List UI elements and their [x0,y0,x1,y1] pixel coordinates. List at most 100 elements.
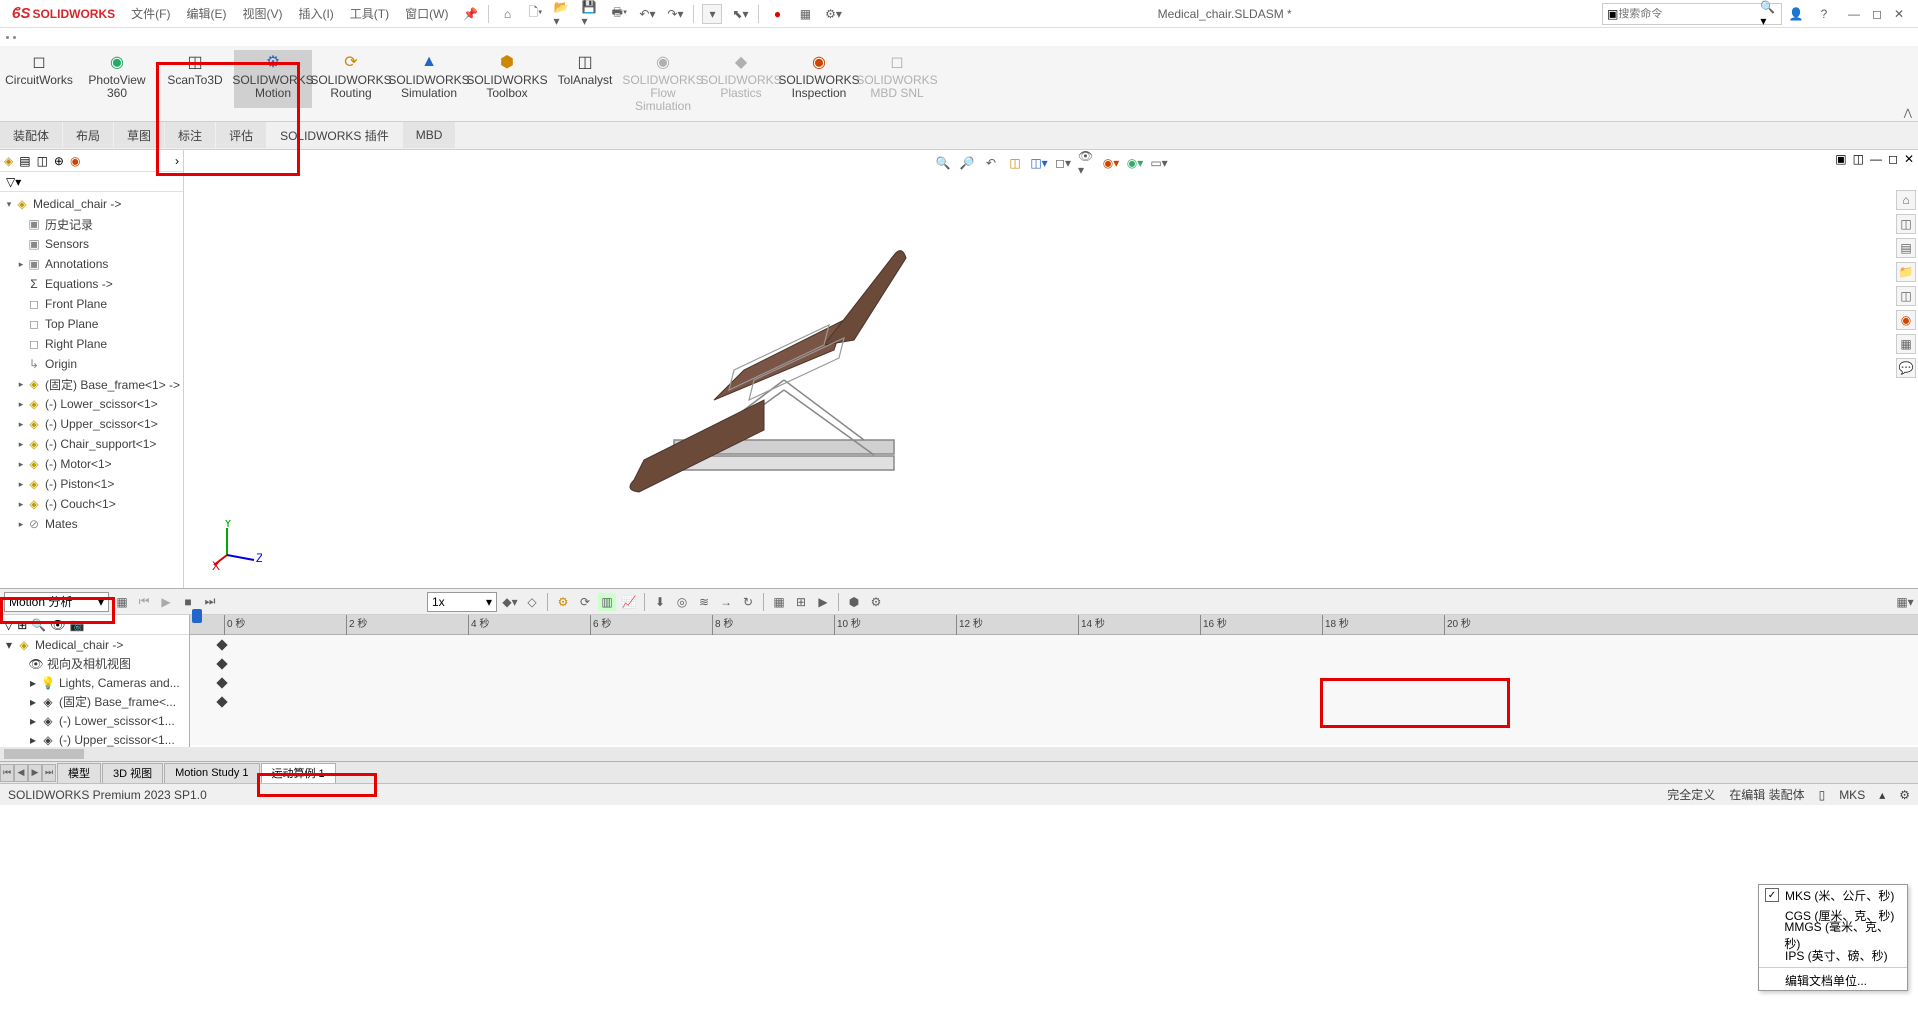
viewport[interactable]: 🔍 🔎 ↶ ◫ ◫▾ ◻▾ 👁▾ ◉▾ ◉▾ ▭▾ ▣ ◫ — ◻ ✕ [184,150,1918,588]
timeline-body[interactable] [190,635,1918,745]
close-icon[interactable]: ✕ [1894,7,1904,21]
mt-tree-eye-icon[interactable]: 👁 [50,618,65,632]
units-mks[interactable]: ✓MKS (米、公斤、秒) [1759,885,1907,905]
hide-show-icon[interactable]: 👁▾ [1078,154,1096,172]
view-orient-icon[interactable]: ◫▾ [1030,154,1048,172]
search-box[interactable]: ▣ 🔍▾ [1602,3,1782,25]
tab-annotate[interactable]: 标注 [165,122,215,148]
motion-tree-item[interactable]: ▸◈(固定) Base_frame<... [0,692,189,711]
vp-link-icon[interactable]: ◫ [1853,152,1864,166]
timeline-ruler[interactable]: 0 秒2 秒4 秒6 秒8 秒10 秒12 秒14 秒16 秒18 秒20 秒 [190,615,1918,635]
motion-tree-root[interactable]: ▾◈Medical_chair -> [0,635,189,654]
ribbon-plastics[interactable]: ◆SOLIDWORKSPlastics [702,50,780,108]
stop-icon[interactable]: ■ [179,593,197,611]
zoom-fit-icon[interactable]: 🔍 [934,154,952,172]
fm-tab-appear-icon[interactable]: ◉ [70,154,80,168]
tree-item[interactable]: ↳Origin [0,354,183,374]
open-icon[interactable]: 📂▾ [553,4,573,24]
mt-tree-cam-icon[interactable]: 📷 [69,618,84,632]
search-input[interactable] [1618,8,1760,20]
section-icon[interactable]: ◫ [1006,154,1024,172]
mt-force-icon[interactable]: → [717,593,735,611]
status-chevron-icon[interactable]: ▴ [1879,788,1885,802]
motion-zoom-combo[interactable]: 1x▾ [427,592,497,612]
tree-item[interactable]: ▸◈(固定) Base_frame<1> -> [0,374,183,394]
motion-tree-item[interactable]: ▸💡Lights, Cameras and... [0,673,189,692]
timeline-scrollbar[interactable] [0,747,1918,761]
ribbon-routing[interactable]: ⟳SOLIDWORKSRouting [312,50,390,108]
home-icon[interactable]: ⌂ [497,4,517,24]
menu-window[interactable]: 窗口(W) [397,5,456,22]
fm-tab-config-icon[interactable]: ◫ [37,154,48,168]
mt-autokey-icon[interactable]: ◇ [523,593,541,611]
fm-filter[interactable]: ▽▾ [0,172,183,192]
tp-view-icon[interactable]: ◫ [1896,286,1916,306]
prev-view-icon[interactable]: ↶ [982,154,1000,172]
settings-icon[interactable]: ⚙▾ [823,4,843,24]
ribbon-motion[interactable]: ⚙SOLIDWORKSMotion [234,50,312,108]
pin-icon[interactable]: 📌 [460,4,480,24]
tp-library-icon[interactable]: ▤ [1896,238,1916,258]
tp-forum-icon[interactable]: 💬 [1896,358,1916,378]
keyframe[interactable] [216,696,227,707]
appearance-icon[interactable]: ◉▾ [1102,154,1120,172]
save-icon[interactable]: 💾▾ [581,4,601,24]
vp-close-icon[interactable]: ✕ [1904,152,1914,166]
tree-item[interactable]: ▸◈(-) Upper_scissor<1> [0,414,183,434]
motion-type-combo[interactable]: Motion 分析▾ [4,592,109,612]
units-ips[interactable]: IPS (英寸、磅、秒) [1759,945,1907,965]
play-icon[interactable]: ▶ [157,593,175,611]
tab-mbd[interactable]: MBD [403,122,456,148]
mt-calc-icon[interactable]: ▶ [814,593,832,611]
ribbon-expand-icon[interactable]: ⋀ [1904,108,1912,119]
mt-collapse-icon[interactable]: ▦▾ [1896,593,1914,611]
tree-item[interactable]: ◻Front Plane [0,294,183,314]
vp-tile-icon[interactable]: ▣ [1835,152,1846,166]
tree-item[interactable]: ◻Right Plane [0,334,183,354]
ribbon-simulation[interactable]: ▲SOLIDWORKSSimulation [390,50,468,108]
tab-sketch[interactable]: 草图 [114,122,164,148]
tree-item[interactable]: ▸◈(-) Motor<1> [0,454,183,474]
ribbon-mbdsnl[interactable]: ◻SOLIDWORKSMBD SNL [858,50,936,108]
new-icon[interactable]: 🗋▾ [525,4,545,24]
mt-gravity-icon[interactable]: ⬇ [651,593,669,611]
tab-layout[interactable]: 布局 [63,122,113,148]
fm-expand-icon[interactable]: › [175,154,179,168]
display-style-icon[interactable]: ◻▾ [1054,154,1072,172]
tree-item[interactable]: ΣEquations -> [0,274,183,294]
bt-nav-next-icon[interactable]: ▶ [28,764,42,782]
redo-icon[interactable]: ↷▾ [665,4,685,24]
mt-sim-setup-icon[interactable]: ▦ [770,593,788,611]
tp-appearance-icon[interactable]: ◉ [1896,310,1916,330]
play-end-icon[interactable]: ⏭ [201,593,219,611]
menu-file[interactable]: 文件(F) [123,5,178,22]
ribbon-scanto3d[interactable]: ◫ScanTo3D [156,50,234,108]
bt-nav-prev-icon[interactable]: ◀ [14,764,28,782]
tp-resources-icon[interactable]: ◫ [1896,214,1916,234]
mt-plot-icon[interactable]: 📈 [620,593,638,611]
mt-key-icon[interactable]: ◆▾ [501,593,519,611]
mt-tree-filter-icon[interactable]: ▽ [4,618,13,632]
mt-mass-icon[interactable]: ⬢ [845,593,863,611]
tree-item[interactable]: ▣Sensors [0,234,183,254]
timeline[interactable]: 0 秒2 秒4 秒6 秒8 秒10 秒12 秒14 秒16 秒18 秒20 秒 [190,615,1918,747]
status-flag-icon[interactable]: ▯ [1819,788,1826,802]
tree-root[interactable]: ▾◈Medical_chair -> [0,194,183,214]
tree-item[interactable]: ▸◈(-) Lower_scissor<1> [0,394,183,414]
fm-tab-display-icon[interactable]: ⊕ [54,154,64,168]
tree-item[interactable]: ▸◈(-) Couch<1> [0,494,183,514]
ribbon-circuitworks[interactable]: ◻CircuitWorks [0,50,78,108]
motion-tree-item[interactable]: ▸◈(-) Upper_scissor<1... [0,730,189,747]
mt-opts-icon[interactable]: ⚙ [867,593,885,611]
tab-addins[interactable]: SOLIDWORKS 插件 [267,122,402,148]
bt-nav-first-icon[interactable]: ⏮ [0,764,14,782]
undo-icon[interactable]: ↶▾ [637,4,657,24]
tp-properties-icon[interactable]: ▦ [1896,334,1916,354]
ribbon-tolanalyst[interactable]: ◫TolAnalyst [546,50,624,108]
ribbon-flowsim[interactable]: ◉SOLIDWORKSFlow Simulation [624,50,702,108]
menu-tools[interactable]: 工具(T) [342,5,397,22]
vp-max-icon[interactable]: ◻ [1888,152,1898,166]
mt-tree-expand-icon[interactable]: ⊞ [17,618,27,632]
tree-item[interactable]: ▸◈(-) Chair_support<1> [0,434,183,454]
units-mmgs[interactable]: MMGS (毫米、克、秒) [1759,925,1907,945]
